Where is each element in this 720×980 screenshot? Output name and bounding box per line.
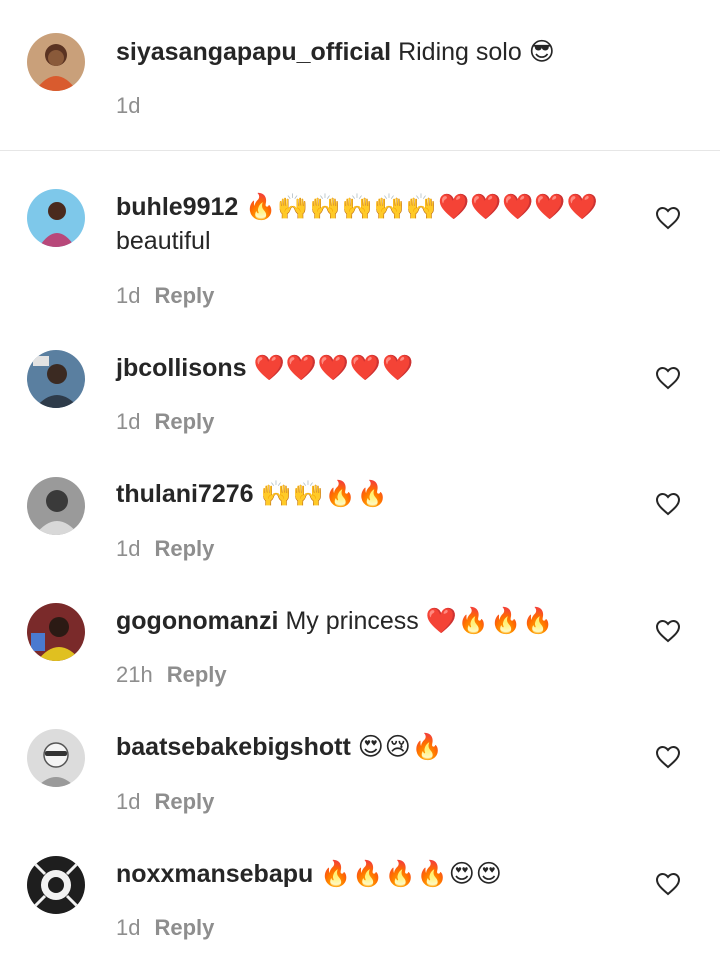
comment-emoji: 🙌🙌🔥🔥	[260, 480, 390, 508]
reply-button[interactable]: Reply	[154, 536, 214, 561]
heart-icon[interactable]	[655, 492, 681, 516]
heart-icon[interactable]	[655, 206, 681, 230]
heart-icon[interactable]	[655, 745, 681, 769]
comment-line: jbcollisons ❤️❤️❤️❤️❤️	[116, 352, 414, 384]
reply-button[interactable]: Reply	[154, 283, 214, 308]
heart-icon[interactable]	[655, 872, 681, 896]
caption-line: siyasangapapu_official Riding solo 😎	[116, 36, 556, 68]
comment-line: buhle9912 🔥🙌🙌🙌🙌🙌❤️❤️❤️❤️❤️	[116, 191, 599, 223]
comment-line: gogonomanzi My princess ❤️🔥🔥🔥	[116, 605, 554, 637]
comment-emoji: 🔥🔥🔥🔥😍😍	[320, 860, 503, 888]
comment-line: noxxmansebapu 🔥🔥🔥🔥😍😍	[116, 858, 503, 890]
comment-time: 1d	[116, 283, 141, 308]
comment-meta: 1d Reply	[116, 535, 214, 563]
comment-emoji: 🔥🙌🙌🙌🙌🙌❤️❤️❤️❤️❤️	[245, 193, 599, 221]
post-caption: siyasangapapu_official Riding solo 😎 1d	[0, 0, 720, 151]
comment-meta: 1d Reply	[116, 788, 214, 816]
heart-icon[interactable]	[655, 619, 681, 643]
comment-time: 1d	[116, 536, 141, 561]
comment-time: 21h	[116, 662, 153, 687]
comment-line: thulani7276 🙌🙌🔥🔥	[116, 478, 389, 510]
caption-text: Riding solo	[398, 38, 522, 66]
reply-button[interactable]: Reply	[154, 409, 214, 434]
reply-button[interactable]: Reply	[154, 915, 214, 940]
comment-username[interactable]: baatsebakebigshott	[116, 733, 351, 761]
comment-meta: 1d Reply	[116, 282, 214, 310]
reply-button[interactable]: Reply	[154, 789, 214, 814]
comment-text: My princess	[285, 607, 419, 635]
comment-emoji: ❤️🔥🔥🔥	[425, 607, 555, 635]
caption-username[interactable]: siyasangapapu_official	[116, 38, 391, 66]
comment-username[interactable]: buhle9912	[116, 193, 238, 221]
comment-meta: 1d Reply	[116, 408, 214, 436]
comment-avatar[interactable]	[27, 477, 85, 535]
caption-time: 1d	[116, 93, 141, 118]
comment-avatar[interactable]	[27, 856, 85, 914]
comment-username[interactable]: gogonomanzi	[116, 607, 278, 635]
comment-avatar[interactable]	[27, 189, 85, 247]
comment-emoji: 😍😢🔥	[357, 733, 444, 761]
comment-username[interactable]: noxxmansebapu	[116, 860, 313, 888]
comment-avatar[interactable]	[27, 350, 85, 408]
caption-avatar[interactable]	[27, 33, 85, 91]
comment-username[interactable]: jbcollisons	[116, 354, 247, 382]
comment-avatar[interactable]	[27, 729, 85, 787]
comment-meta: 21h Reply	[116, 661, 227, 689]
caption-emoji: 😎	[528, 38, 556, 66]
heart-icon[interactable]	[655, 366, 681, 390]
reply-button[interactable]: Reply	[167, 662, 227, 687]
comment-avatar[interactable]	[27, 603, 85, 661]
comment-username[interactable]: thulani7276	[116, 480, 254, 508]
comment-line: baatsebakebigshott 😍😢🔥	[116, 731, 444, 763]
caption-meta: 1d	[116, 92, 140, 120]
comment-text: beautiful	[116, 227, 211, 255]
comment-time: 1d	[116, 915, 141, 940]
comment-time: 1d	[116, 789, 141, 814]
comment-meta: 1d Reply	[116, 914, 214, 942]
comment-time: 1d	[116, 409, 141, 434]
comment-emoji: ❤️❤️❤️❤️❤️	[253, 354, 415, 382]
